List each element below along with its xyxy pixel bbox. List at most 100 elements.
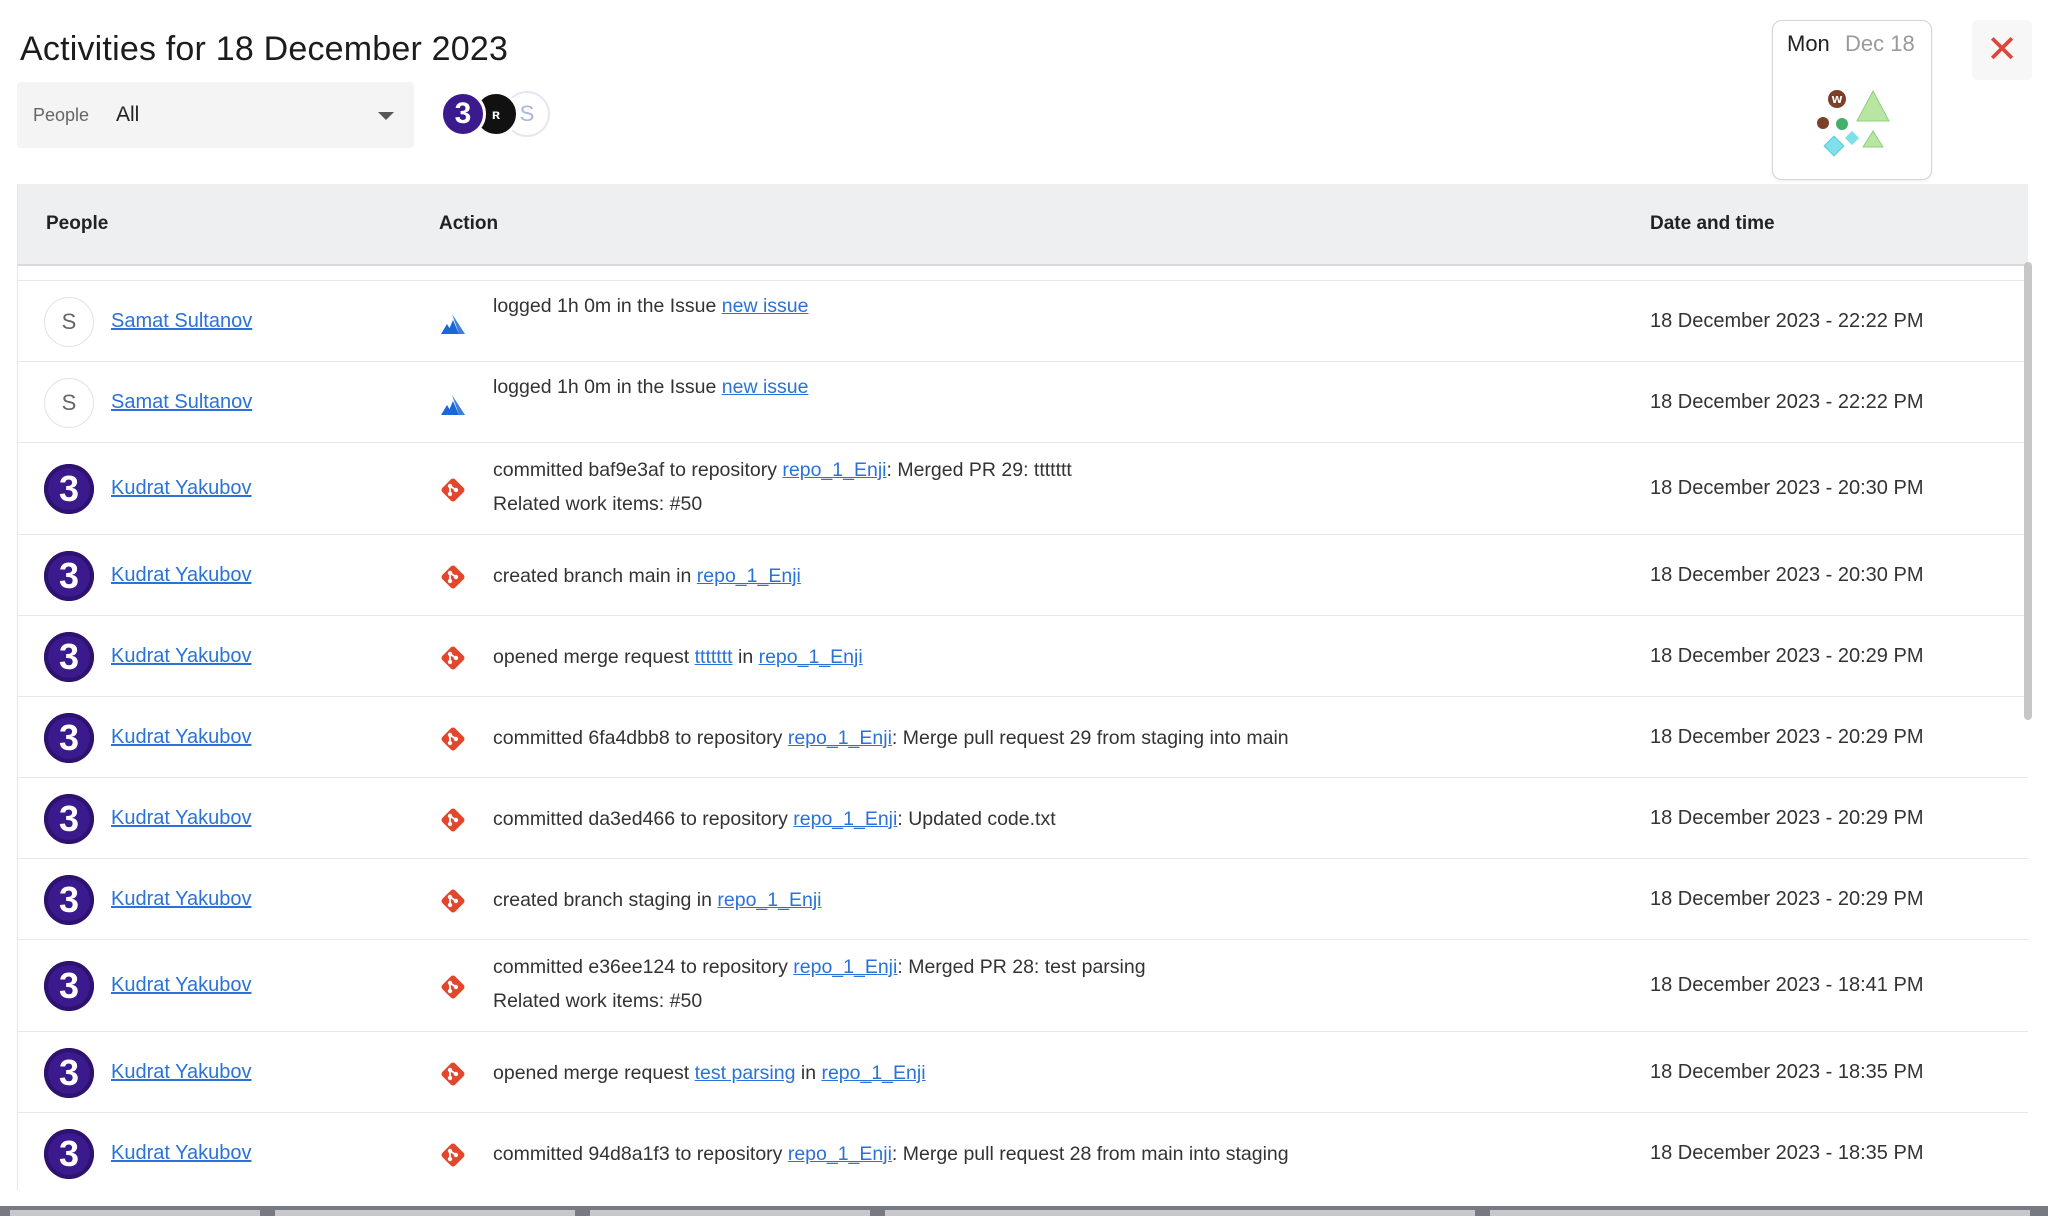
date-card-date: Dec 18 bbox=[1845, 31, 1915, 56]
activity-datetime: 18 December 2023 - 20:30 PM bbox=[1650, 563, 1924, 586]
git-icon bbox=[438, 805, 468, 835]
action-line: created branch main in repo_1_Enji bbox=[493, 559, 801, 593]
action-link[interactable]: repo_1_Enji bbox=[782, 459, 886, 481]
svg-text:W: W bbox=[1831, 95, 1842, 106]
action-middle: : Merge pull request 28 from main into s… bbox=[891, 1142, 1289, 1165]
repo-link[interactable]: repo_1_Enji bbox=[759, 646, 863, 668]
repo-link[interactable]: repo_1_Enji bbox=[821, 1062, 925, 1084]
action-link[interactable]: ttttttt bbox=[695, 646, 733, 668]
action-text: committed 94d8a1f3 to repository repo_1_… bbox=[493, 1137, 1289, 1171]
action-line: committed baf9e3af to repository repo_1_… bbox=[493, 453, 1072, 487]
activity-datetime: 18 December 2023 - 18:35 PM bbox=[1650, 1060, 1924, 1083]
action-prefix: created branch staging in bbox=[493, 888, 718, 911]
close-button[interactable]: ✕ bbox=[1972, 20, 2032, 80]
person-link[interactable]: Kudrat Yakubov bbox=[111, 807, 251, 830]
jira-icon bbox=[438, 389, 468, 419]
people-filter-select[interactable]: People All bbox=[17, 82, 414, 148]
action-prefix: committed da3ed466 to repository bbox=[493, 807, 794, 830]
person-link[interactable]: Kudrat Yakubov bbox=[111, 564, 251, 587]
people-filter-label: People bbox=[33, 105, 90, 125]
git-icon bbox=[438, 1059, 468, 1089]
avatar: 3 bbox=[44, 464, 94, 514]
table-row: S Samat Sultanov logged 1h 0m in the Issue… bbox=[18, 280, 2028, 362]
action-text: committed 6fa4dbb8 to repository repo_1_… bbox=[493, 721, 1289, 755]
activity-datetime: 18 December 2023 - 20:29 PM bbox=[1650, 887, 1924, 910]
avatar: 3 bbox=[44, 1128, 94, 1179]
related-work-items: Related work items: #50 bbox=[493, 493, 703, 515]
activities-table: People Action Date and time S Samat Sulta… bbox=[17, 184, 2028, 1190]
person-link[interactable]: Kudrat Yakubov bbox=[111, 1061, 251, 1084]
action-text: committed baf9e3af to repository repo_1_… bbox=[493, 453, 1072, 521]
avatar: S bbox=[44, 377, 94, 428]
action-link[interactable]: test parsing bbox=[695, 1062, 796, 1084]
action-line: committed 6fa4dbb8 to repository repo_1_… bbox=[493, 721, 1289, 755]
action-link[interactable]: repo_1_Enji bbox=[697, 565, 801, 587]
activity-datetime: 18 December 2023 - 20:30 PM bbox=[1650, 477, 1924, 499]
person-link[interactable]: Kudrat Yakubov bbox=[111, 477, 251, 500]
activity-datetime: 18 December 2023 - 22:22 PM bbox=[1650, 309, 1924, 332]
action-line: logged 1h 0m in the Issue new issue bbox=[493, 370, 808, 404]
table-row: 3 Kudrat Yakubov opened merge request tttt… bbox=[18, 615, 2028, 697]
person-link[interactable]: Kudrat Yakubov bbox=[111, 645, 251, 668]
action-text: committed e36ee124 to repository repo_1_… bbox=[493, 950, 1146, 1018]
date-card-weekday: Mon bbox=[1787, 31, 1830, 56]
git-icon bbox=[438, 475, 468, 505]
action-line: logged 1h 0m in the Issue new issue bbox=[493, 289, 808, 323]
action-text: logged 1h 0m in the Issue new issue bbox=[493, 289, 808, 323]
table-row: 3 Kudrat Yakubov opened merge request test… bbox=[18, 1031, 2028, 1113]
action-line: opened merge request ttttttt in repo_1_E… bbox=[493, 640, 863, 674]
table-header: People Action Date and time bbox=[18, 184, 2028, 266]
activity-datetime: 18 December 2023 - 18:35 PM bbox=[1650, 1141, 1924, 1164]
action-line: committed e36ee124 to repository repo_1_… bbox=[493, 950, 1146, 984]
table-row: 3 Kudrat Yakubov committed e36ee124 to rep… bbox=[18, 939, 2028, 1032]
person-link[interactable]: Samat Sultanov bbox=[111, 391, 252, 414]
table-row: 3 Kudrat Yakubov committed da3ed466 to rep… bbox=[18, 777, 2028, 859]
person-link[interactable]: Kudrat Yakubov bbox=[111, 974, 251, 997]
avatar-filter-kudrat[interactable]: 3 bbox=[440, 91, 486, 137]
action-text: committed da3ed466 to repository repo_1_… bbox=[493, 802, 1056, 836]
action-prefix: created branch main in bbox=[493, 564, 697, 587]
activity-shapes-icon: W bbox=[1817, 89, 1890, 157]
activity-datetime: 18 December 2023 - 20:29 PM bbox=[1650, 806, 1924, 829]
action-link[interactable]: repo_1_Enji bbox=[793, 956, 897, 978]
activity-datetime: 18 December 2023 - 22:22 PM bbox=[1650, 390, 1924, 413]
git-icon bbox=[438, 562, 468, 592]
action-link[interactable]: repo_1_Enji bbox=[717, 889, 821, 911]
column-header-people: People bbox=[46, 213, 109, 234]
person-link[interactable]: Kudrat Yakubov bbox=[111, 726, 251, 749]
avatar: 3 bbox=[44, 631, 94, 682]
action-text: created branch main in repo_1_Enji bbox=[493, 559, 801, 593]
modal-title: Activities for 18 December 2023 bbox=[20, 30, 509, 68]
scrollbar-thumb[interactable] bbox=[2024, 262, 2032, 720]
person-link[interactable]: Samat Sultanov bbox=[111, 310, 252, 333]
avatar: 3 bbox=[44, 874, 94, 925]
action-link[interactable]: repo_1_Enji bbox=[793, 808, 897, 830]
action-text: logged 1h 0m in the Issue new issue bbox=[493, 370, 808, 404]
chevron-down-icon bbox=[378, 112, 394, 120]
action-link[interactable]: new issue bbox=[722, 376, 809, 398]
avatar: 3 bbox=[44, 793, 94, 844]
person-link[interactable]: Kudrat Yakubov bbox=[111, 1142, 251, 1165]
action-prefix: opened merge request bbox=[493, 1061, 695, 1084]
action-text: created branch staging in repo_1_Enji bbox=[493, 883, 822, 917]
activity-datetime: 18 December 2023 - 18:41 PM bbox=[1650, 974, 1924, 996]
action-prefix: logged 1h 0m in the Issue bbox=[493, 295, 722, 317]
git-icon bbox=[438, 972, 468, 1002]
action-middle: in bbox=[795, 1061, 822, 1084]
table-row: 3 Kudrat Yakubov committed baf9e3af to rep… bbox=[18, 442, 2028, 535]
action-line: created branch staging in repo_1_Enji bbox=[493, 883, 822, 917]
action-middle: : Merged PR 28: test parsing bbox=[897, 956, 1146, 978]
action-link[interactable]: repo_1_Enji bbox=[788, 1143, 892, 1165]
git-icon bbox=[438, 1140, 468, 1170]
table-row: 3 Kudrat Yakubov committed 6fa4dbb8 to rep… bbox=[18, 696, 2028, 778]
person-link[interactable]: Kudrat Yakubov bbox=[111, 888, 251, 911]
action-line: opened merge request test parsing in rep… bbox=[493, 1056, 926, 1090]
date-card[interactable]: Mon Dec 18 W bbox=[1772, 20, 1932, 180]
action-link[interactable]: new issue bbox=[722, 295, 809, 317]
table-row: 3 Kudrat Yakubov committed 94d8a1f3 to rep… bbox=[18, 1112, 2028, 1190]
action-prefix: committed e36ee124 to repository bbox=[493, 956, 794, 978]
action-link[interactable]: repo_1_Enji bbox=[788, 727, 892, 749]
action-prefix: logged 1h 0m in the Issue bbox=[493, 376, 722, 398]
bottom-strip bbox=[0, 1206, 2048, 1216]
avatar: 3 bbox=[44, 550, 94, 601]
